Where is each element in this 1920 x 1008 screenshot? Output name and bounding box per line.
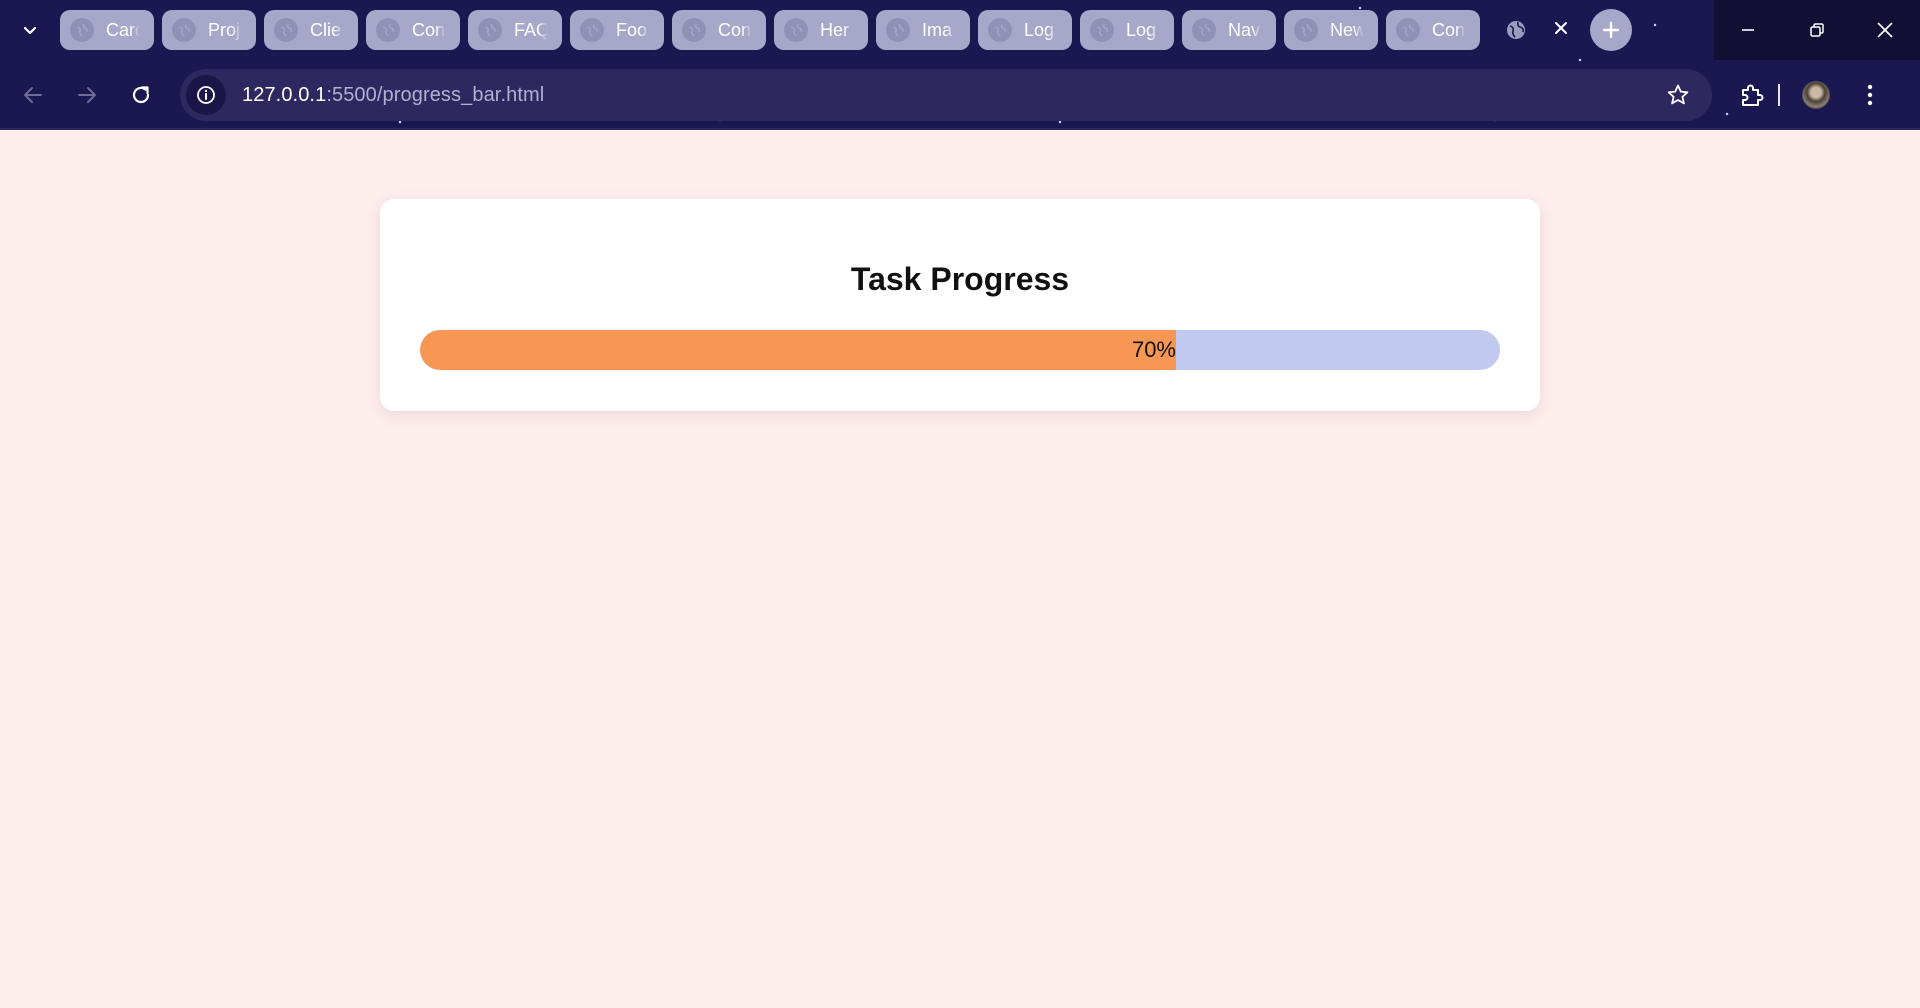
plus-icon xyxy=(1602,21,1620,39)
chevron-down-icon xyxy=(23,26,37,35)
globe-icon xyxy=(784,18,808,42)
back-button[interactable] xyxy=(6,68,60,122)
active-tab[interactable] xyxy=(1492,10,1582,50)
globe-icon xyxy=(1396,18,1420,42)
browser-tab[interactable]: Log xyxy=(978,10,1072,50)
tab-title: Clie xyxy=(310,19,342,40)
browser-tab[interactable]: Nav xyxy=(1182,10,1276,50)
globe-icon xyxy=(1507,21,1525,39)
globe-icon xyxy=(1294,18,1318,42)
forward-button[interactable] xyxy=(60,68,114,122)
close-icon xyxy=(1877,22,1894,38)
tab-title: Nav xyxy=(1228,19,1261,40)
close-icon xyxy=(1555,21,1567,34)
minimize-icon xyxy=(1742,29,1755,31)
tab-title: Con xyxy=(412,19,446,40)
browser-tab[interactable]: Ima xyxy=(876,10,970,50)
globe-icon xyxy=(172,18,196,42)
active-tab-close-button[interactable] xyxy=(1553,20,1569,41)
puzzle-icon xyxy=(1742,84,1764,106)
tab-title: Her xyxy=(820,19,850,40)
new-tab-button[interactable] xyxy=(1590,9,1632,51)
browser-tab[interactable]: Con xyxy=(672,10,766,50)
tab-title: Card xyxy=(106,19,140,40)
kebab-menu-icon xyxy=(1867,84,1873,106)
reload-icon xyxy=(132,86,150,104)
avatar xyxy=(1802,81,1830,109)
browser-tab[interactable]: Her xyxy=(774,10,868,50)
globe-icon xyxy=(376,18,400,42)
browser-tab[interactable]: Proj xyxy=(162,10,256,50)
globe-icon xyxy=(682,18,706,42)
globe-icon xyxy=(1090,18,1114,42)
progress-bar: 70% xyxy=(420,330,1500,370)
restore-button[interactable] xyxy=(1783,0,1852,60)
tab-title: FAQ xyxy=(514,19,548,40)
globe-icon xyxy=(274,18,298,42)
url-path: :5500/progress_bar.html xyxy=(326,83,545,106)
tab-title: Log xyxy=(1126,19,1157,40)
url-host: 127.0.0.1 xyxy=(242,83,327,106)
tab-title: New xyxy=(1330,19,1364,40)
address-bar[interactable]: 127.0.0.1:5500/progress_bar.html xyxy=(180,69,1712,121)
globe-icon xyxy=(580,18,604,42)
tab-title: Con xyxy=(718,19,752,40)
toolbar-right xyxy=(1730,68,1920,122)
restore-icon xyxy=(1810,23,1824,37)
globe-icon xyxy=(70,18,94,42)
browser-tab[interactable]: Foo xyxy=(570,10,664,50)
url-text[interactable]: 127.0.0.1:5500/progress_bar.html xyxy=(242,84,544,107)
browser-toolbar: 127.0.0.1:5500/progress_bar.html xyxy=(0,68,1920,122)
window-controls xyxy=(1714,0,1920,60)
close-window-button[interactable] xyxy=(1851,0,1920,60)
site-info-button[interactable] xyxy=(186,75,226,115)
progress-card: Task Progress 70% xyxy=(380,199,1540,411)
browser-tab[interactable]: Con xyxy=(1386,10,1480,50)
toolbar-divider xyxy=(1778,84,1780,106)
browser-tab[interactable]: Con xyxy=(366,10,460,50)
tab-search-button[interactable] xyxy=(0,0,60,60)
browser-menu-button[interactable] xyxy=(1848,73,1892,117)
tab-title: Con xyxy=(1432,19,1466,40)
globe-icon xyxy=(988,18,1012,42)
browser-tab[interactable]: Log xyxy=(1080,10,1174,50)
progress-label: 70% xyxy=(1131,337,1176,362)
globe-icon xyxy=(886,18,910,42)
browser-tab[interactable]: Card xyxy=(60,10,154,50)
browser-chrome: Card Proj Clie Con FAQ Foo Con Her Ima Log Log Nav N… xyxy=(0,0,1920,130)
globe-icon xyxy=(478,18,502,42)
tab-title: Log xyxy=(1024,19,1055,40)
extensions-button[interactable] xyxy=(1730,73,1774,117)
tab-title: Proj xyxy=(208,19,241,40)
progress-fill: 70% xyxy=(420,330,1176,370)
tab-title: Foo xyxy=(616,19,648,40)
minimize-button[interactable] xyxy=(1714,0,1783,60)
tab-strip: Card Proj Clie Con FAQ Foo Con Her Ima Log Log Nav N… xyxy=(0,0,1700,60)
bookmark-button[interactable] xyxy=(1664,81,1692,109)
reload-button[interactable] xyxy=(114,68,168,122)
info-icon xyxy=(197,86,215,104)
arrow-right-icon xyxy=(78,87,96,103)
globe-icon xyxy=(1192,18,1216,42)
tab-title: Ima xyxy=(922,19,953,40)
browser-tab[interactable]: FAQ xyxy=(468,10,562,50)
browser-tab[interactable]: New xyxy=(1284,10,1378,50)
page-title: Task Progress xyxy=(850,261,1070,297)
arrow-left-icon xyxy=(24,87,42,103)
profile-button[interactable] xyxy=(1794,73,1838,117)
browser-tab[interactable]: Clie xyxy=(264,10,358,50)
star-icon xyxy=(1667,84,1689,105)
